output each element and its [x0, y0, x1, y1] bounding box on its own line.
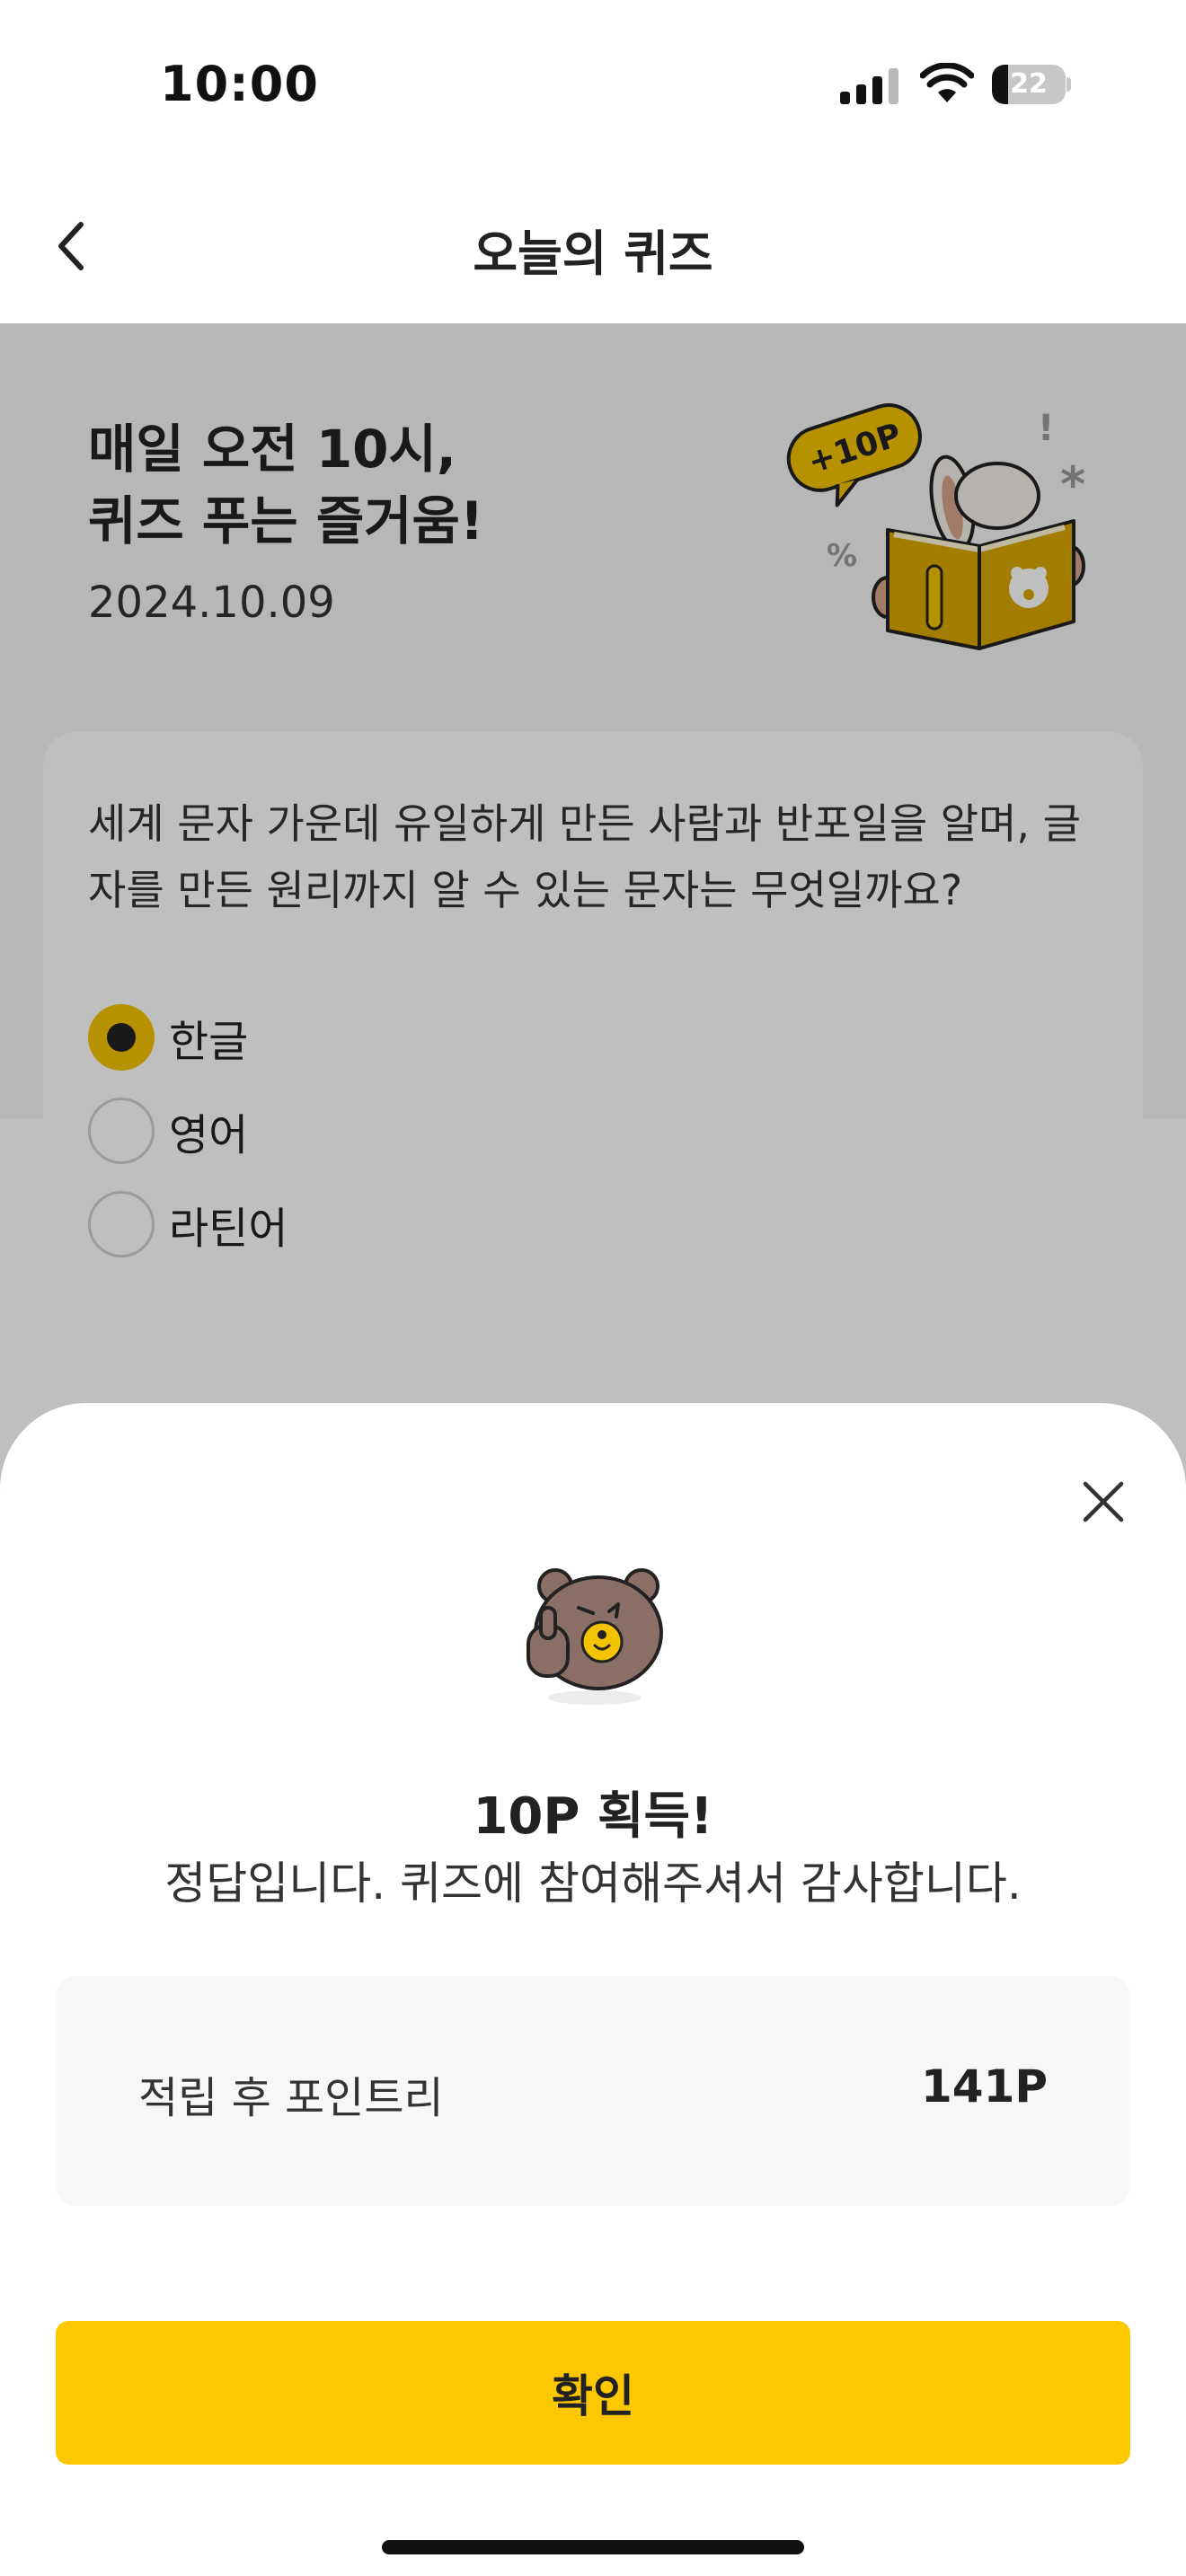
points-summary-box: 적립 후 포인트리 141P [56, 1976, 1130, 2206]
points-value: 141P [920, 2060, 1048, 2113]
nav-bar: 오늘의 퀴즈 [0, 171, 1186, 323]
status-bar: 10:00 22 [0, 0, 1186, 171]
points-label: 적립 후 포인트리 [138, 2073, 444, 2123]
cellular-signal-icon [840, 68, 898, 104]
battery-level: 22 [1010, 68, 1048, 100]
battery-cap [1067, 77, 1071, 92]
wifi-icon [920, 63, 974, 102]
status-time: 10:00 [160, 56, 319, 112]
battery-indicator: 22 [992, 65, 1071, 104]
battery-body: 22 [992, 65, 1066, 104]
close-icon[interactable] [1078, 1477, 1128, 1527]
result-bottom-sheet: 10P 획득! 정답입니다. 퀴즈에 참여해주셔서 감사합니다. 적립 후 포인… [0, 1403, 1186, 2576]
bear-thumbs-up-icon [527, 1568, 663, 1705]
result-message: 정답입니다. 퀴즈에 참여해주셔서 감사합니다. [164, 1857, 1022, 1910]
home-indicator[interactable] [382, 2540, 804, 2554]
confirm-button[interactable]: 확인 [56, 2321, 1130, 2465]
page-title: 오늘의 퀴즈 [473, 225, 713, 282]
reward-title: 10P 획득! [473, 1787, 713, 1846]
